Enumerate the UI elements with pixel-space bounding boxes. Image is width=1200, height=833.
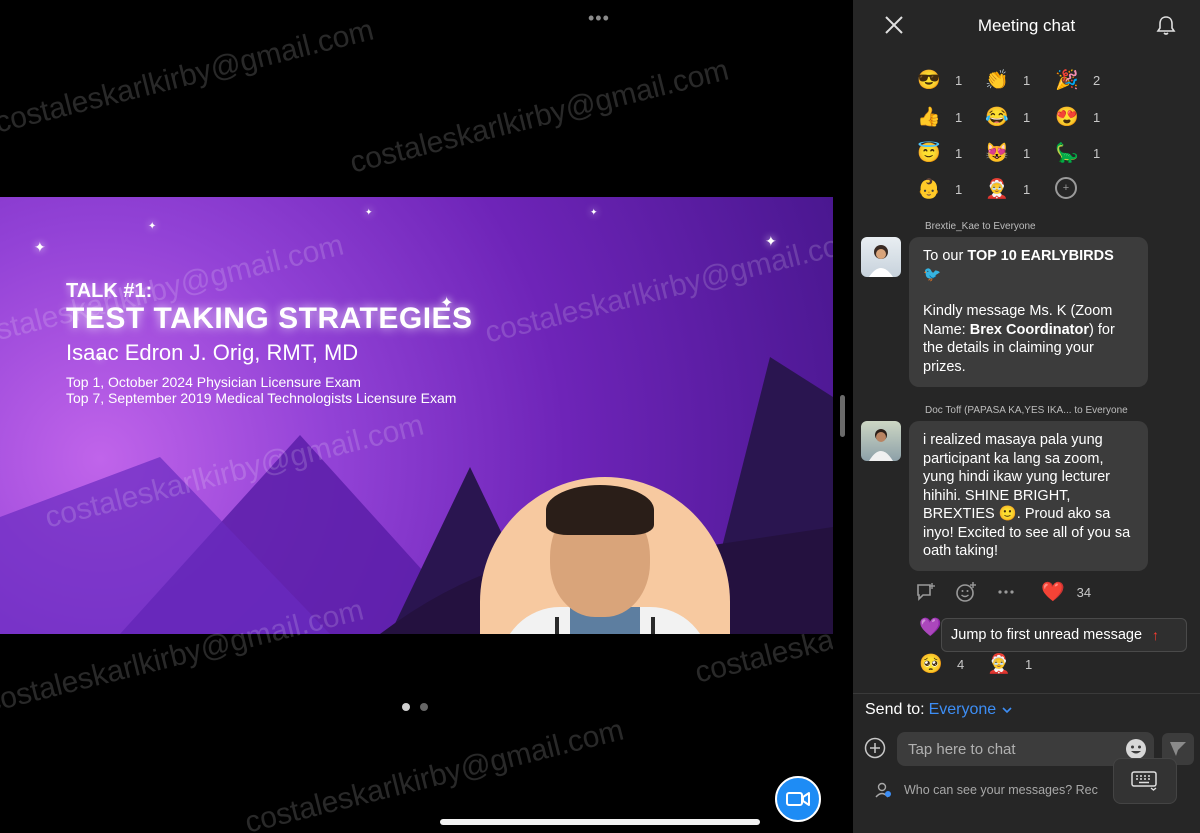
reaction-count: 1	[1023, 109, 1031, 125]
reaction-count: 1	[1023, 145, 1031, 161]
jump-to-unread-button[interactable]: Jump to first unread message ↑	[941, 618, 1187, 652]
emoji-picker-icon[interactable]	[1125, 738, 1147, 760]
message-bubble[interactable]: i realized masaya pala yung participant …	[909, 421, 1148, 571]
reaction-chip[interactable]: 😎 1	[917, 68, 962, 92]
reaction-chip[interactable]: 👍 1	[917, 105, 962, 129]
divider	[853, 693, 1200, 694]
reaction-emoji: 👶	[917, 179, 941, 200]
reaction-emoji: 🦕	[1055, 143, 1079, 164]
speaker-credit: Top 1, October 2024 Physician Licensure …	[66, 374, 361, 390]
add-attachment-icon[interactable]	[864, 737, 886, 759]
chevron-down-icon	[1002, 707, 1012, 714]
send-to-target[interactable]: Everyone	[929, 701, 997, 718]
reaction-count: 2	[1093, 72, 1101, 88]
reaction-chip[interactable]: 👶 1	[917, 177, 962, 201]
message-sender: Brextie_Kae to Everyone	[925, 221, 1036, 232]
bird-emoji: 🐦	[923, 266, 942, 283]
message-text: i realized masaya pala yung participant …	[923, 432, 1131, 559]
keyboard-icon	[1131, 771, 1157, 791]
presentation-slide: ✦ ✦ ✦ ✦ ✦ ✦ ✦	[0, 197, 833, 634]
send-to-selector[interactable]: Send to: Everyone	[865, 701, 1013, 719]
reaction-chip[interactable]: 🤶 1	[985, 177, 1030, 201]
watermark: costaleskarlkirby@gmail.com	[241, 713, 627, 833]
reaction-chip[interactable]: 🥺 4	[919, 652, 964, 676]
reaction-count: 4	[957, 656, 965, 672]
meeting-chat-panel: Meeting chat 😎 1 👏 1 🎉 2 👍 1 😂 1 😍 1 😇 1 😻 1 🦕 1 …	[853, 0, 1200, 833]
avatar[interactable]	[861, 237, 901, 277]
more-options-icon[interactable]	[995, 581, 1017, 603]
reaction-emoji: 😍	[1055, 107, 1079, 128]
reaction-count: 1	[1093, 109, 1101, 125]
talk-number: TALK #1:	[66, 280, 153, 302]
reaction-emoji: 🎉	[1055, 70, 1079, 91]
reaction-chip[interactable]: 😍 1	[1055, 105, 1100, 129]
bell-icon[interactable]	[1155, 14, 1177, 36]
heart-reaction[interactable]: ❤️	[1041, 580, 1065, 604]
talk-title: TEST TAKING STRATEGIES	[66, 302, 473, 335]
reaction-chip[interactable]: 😻 1	[985, 141, 1030, 165]
chat-header: Meeting chat	[853, 0, 1200, 52]
watermark: costaleskarlkirby@gmail.com	[346, 53, 732, 180]
heart-reaction-count: 34	[1076, 584, 1092, 600]
reaction-chip[interactable]: 🎉 2	[1055, 68, 1100, 92]
reaction-chip[interactable]: 🤶 1	[987, 652, 1032, 676]
privacy-info[interactable]: Who can see your messages? Rec	[874, 781, 1098, 799]
reaction-chip[interactable]: 😇 1	[917, 141, 962, 165]
privacy-person-icon	[875, 782, 891, 798]
reaction-emoji: 👏	[985, 70, 1009, 91]
purple-heart-reaction[interactable]: 💜	[919, 617, 941, 638]
split-view-handle[interactable]	[840, 395, 845, 437]
message-text: To our	[923, 248, 968, 264]
reaction-emoji: 🥺	[919, 654, 943, 675]
speaker-name: Isaac Edron J. Orig, RMT, MD	[66, 340, 359, 365]
page-dot[interactable]	[420, 703, 428, 711]
send-icon	[1170, 742, 1186, 756]
reaction-emoji: 🤶	[985, 179, 1009, 200]
jump-label: Jump to first unread message	[951, 627, 1143, 643]
reaction-count: 1	[1023, 72, 1031, 88]
reaction-chip[interactable]: 🦕 1	[1055, 141, 1100, 165]
privacy-text: Who can see your messages? Rec	[904, 783, 1098, 797]
reaction-count: 1	[955, 145, 963, 161]
reaction-count: 1	[955, 181, 963, 197]
reaction-emoji: 😎	[917, 70, 941, 91]
add-emoji-icon[interactable]	[955, 581, 977, 603]
reaction-chip[interactable]: 😂 1	[985, 105, 1030, 129]
shared-screen-area: ••• ✦ ✦ ✦ ✦ ✦ ✦ ✦ TALK #1: TEST TAKING S…	[0, 0, 833, 833]
message-text-bold: TOP 10 EARLYBIRDS	[967, 248, 1114, 264]
reply-icon[interactable]	[915, 581, 937, 603]
message-sender: Doc Toff (PAPASA KA,YES IKA... to Everyo…	[925, 405, 1128, 416]
reaction-count: 1	[955, 72, 963, 88]
home-indicator[interactable]	[440, 819, 760, 825]
video-camera-icon	[786, 792, 810, 806]
multitask-handle[interactable]: •••	[588, 8, 610, 29]
reaction-emoji: 👍	[917, 107, 941, 128]
reaction-count: 1	[1093, 145, 1101, 161]
arrow-up-icon: ↑	[1152, 627, 1160, 643]
avatar[interactable]	[861, 421, 901, 461]
reaction-count: 1	[1023, 181, 1031, 197]
chat-title: Meeting chat	[977, 16, 1076, 35]
reaction-count: 1	[1025, 656, 1033, 672]
page-indicator[interactable]	[402, 703, 428, 711]
message-bubble[interactable]: To our TOP 10 EARLYBIRDS 🐦 Kindly messag…	[909, 237, 1148, 387]
video-camera-button[interactable]	[775, 776, 821, 822]
reaction-count: 1	[955, 109, 963, 125]
reaction-emoji: 😻	[985, 143, 1009, 164]
watermark: costaleskarlkirby@gmail.com	[0, 13, 377, 140]
reaction-emoji: 😇	[917, 143, 941, 164]
reaction-chip[interactable]: 👏 1	[985, 68, 1030, 92]
add-reaction-icon[interactable]: +	[1055, 177, 1077, 199]
message-text-bold: Brex Coordinator	[969, 321, 1089, 338]
send-to-label: Send to:	[865, 701, 925, 718]
reaction-emoji: 😂	[985, 107, 1009, 128]
speaker-credit: Top 7, September 2019 Medical Technologi…	[66, 390, 457, 406]
page-dot-active[interactable]	[402, 703, 410, 711]
message-actions: ❤️ 34	[915, 580, 1091, 604]
reaction-emoji: 🤶	[987, 654, 1011, 675]
keyboard-button[interactable]	[1113, 758, 1177, 804]
